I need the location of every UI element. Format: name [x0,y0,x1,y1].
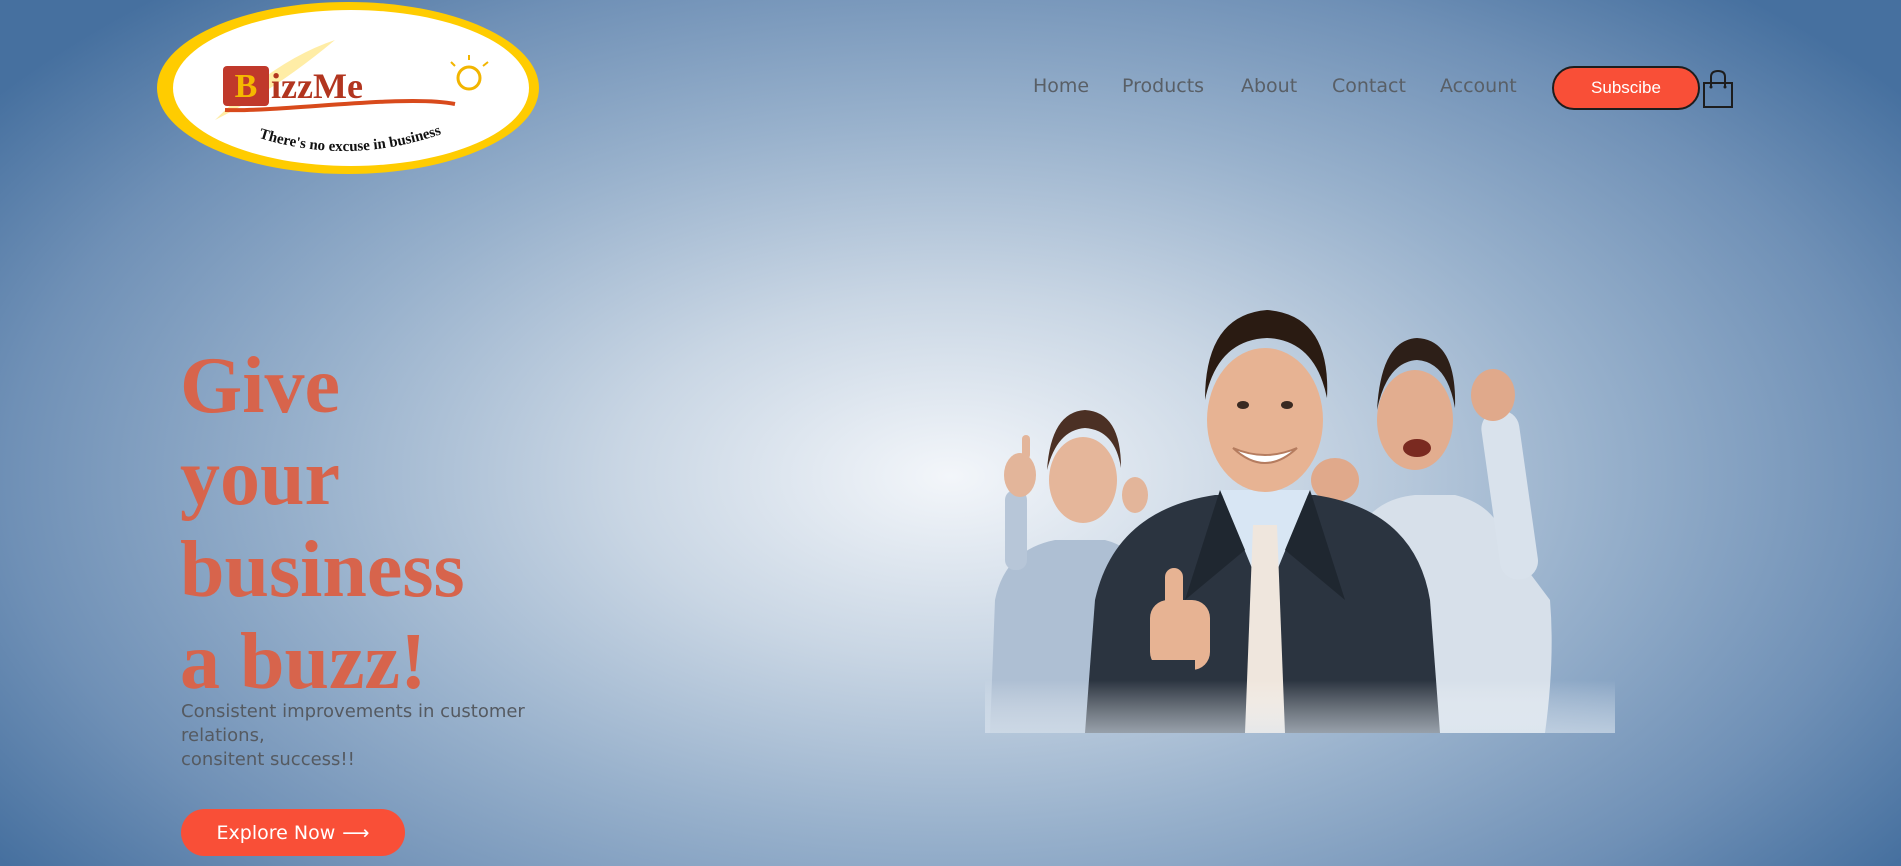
hero-subtitle-line: Consistent improvements in customer [181,701,525,722]
shopping-bag-icon[interactable] [1701,69,1735,109]
explore-now-label: Explore Now [216,821,336,844]
hero-title: Give your business a buzz! [180,340,600,708]
explore-now-button[interactable]: Explore Now ⟶ [181,809,405,856]
hero-title-line: business [180,526,465,614]
nav-home[interactable]: Home [1033,75,1089,97]
hero-subtitle: Consistent improvements in customer rela… [181,700,581,772]
nav-products[interactable]: Products [1122,75,1204,97]
hero-subtitle-line: consitent success!! [181,749,355,770]
main-nav: Home Products About Contact Account Subs… [0,66,1901,110]
nav-account[interactable]: Account [1440,75,1517,97]
arrow-right-icon: ⟶ [342,821,370,844]
nav-contact[interactable]: Contact [1332,75,1406,97]
hero-image-business-team [985,300,1615,733]
hero-subtitle-line: relations, [181,725,265,746]
hero-title-line: your [180,434,340,522]
subscribe-button[interactable]: Subscibe [1552,66,1700,110]
hero-title-line: Give [180,342,340,430]
nav-about[interactable]: About [1241,75,1297,97]
hero-title-line: a buzz! [180,618,427,706]
